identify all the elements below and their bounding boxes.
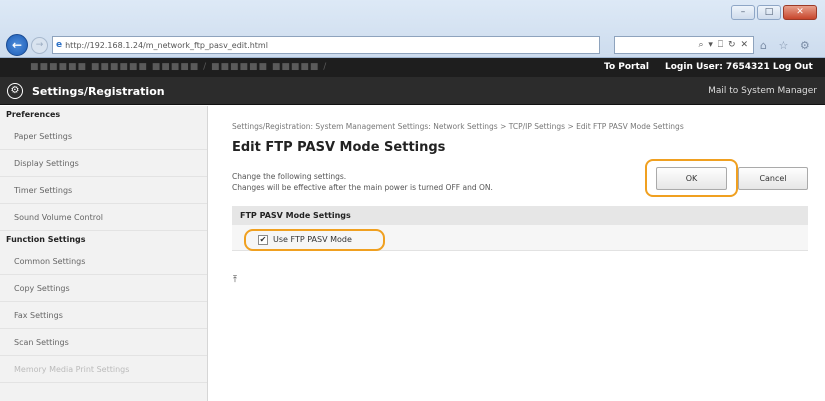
sidebar-item-common-settings[interactable]: Common Settings (0, 248, 207, 275)
section-header-ftp-pasv: FTP PASV Mode Settings (232, 206, 808, 225)
ie-page-icon: e (56, 40, 63, 50)
sidebar-category-function-settings: Function Settings (6, 235, 86, 244)
sidebar-item-copy-settings[interactable]: Copy Settings (0, 275, 207, 302)
window-controls: – □ ✕ (731, 5, 817, 20)
header-title: Settings/Registration (32, 85, 165, 98)
sidebar-item-memory-media-print-settings[interactable]: Memory Media Print Settings (0, 356, 207, 383)
home-favorites-tools-icons[interactable]: ⌂ ☆ ⚙ (760, 39, 814, 52)
header-top-bar: ■■■■■■ ■■■■■■ ■■■■■ / ■■■■■■ ■■■■■ / To … (0, 58, 825, 77)
back-to-top-icon[interactable]: ⤒ (233, 275, 237, 285)
sidebar-item-sound-volume-control[interactable]: Sound Volume Control (0, 204, 207, 231)
navigation-row: ← → e http://192.168.1.24/m_network_ftp_… (6, 33, 819, 57)
maximize-button[interactable]: □ (757, 5, 781, 20)
settings-gear-icon: ⚙ (7, 83, 23, 99)
login-user-info[interactable]: Login User: 7654321 Log Out (665, 62, 813, 72)
sidebar-category-preferences: Preferences (6, 110, 61, 119)
to-portal-link[interactable]: To Portal (604, 62, 649, 72)
address-bar[interactable]: e http://192.168.1.24/m_network_ftp_pasv… (52, 36, 600, 54)
use-ftp-pasv-checkbox[interactable]: ✔ (258, 235, 268, 245)
sidebar-item-paper-settings[interactable]: Paper Settings (0, 123, 207, 150)
address-tools[interactable]: ⌕ ▾ ⎕ ↻ ✕ (614, 36, 754, 54)
address-text: http://192.168.1.24/m_network_ftp_pasv_e… (65, 40, 268, 50)
back-button[interactable]: ← (6, 34, 28, 56)
instruction-note: Changes will be effective after the main… (232, 183, 493, 192)
header-title-bar: ⚙ Settings/Registration Mail to System M… (0, 77, 825, 105)
forward-button[interactable]: → (31, 36, 48, 54)
device-name: ■■■■■■ ■■■■■■ ■■■■■ / ■■■■■■ ■■■■■ / (30, 62, 328, 72)
sidebar-item-scan-settings[interactable]: Scan Settings (0, 329, 207, 356)
page-title: Edit FTP PASV Mode Settings (232, 140, 446, 155)
instruction-text: Change the following settings. (232, 172, 347, 181)
browser-chrome: – □ ✕ ← → e http://192.168.1.24/m_networ… (0, 0, 825, 58)
use-ftp-pasv-label[interactable]: Use FTP PASV Mode (273, 235, 352, 244)
sidebar-item-display-settings[interactable]: Display Settings (0, 150, 207, 177)
close-window-button[interactable]: ✕ (783, 5, 817, 20)
ok-button[interactable]: OK (656, 167, 727, 190)
breadcrumb: Settings/Registration: System Management… (232, 122, 684, 131)
sidebar-item-timer-settings[interactable]: Timer Settings (0, 177, 207, 204)
sidebar-item-fax-settings[interactable]: Fax Settings (0, 302, 207, 329)
minimize-button[interactable]: – (731, 5, 755, 20)
mail-to-system-manager-link[interactable]: Mail to System Manager (708, 86, 817, 96)
cancel-button[interactable]: Cancel (738, 167, 808, 190)
sidebar: Preferences Paper Settings Display Setti… (0, 106, 208, 401)
